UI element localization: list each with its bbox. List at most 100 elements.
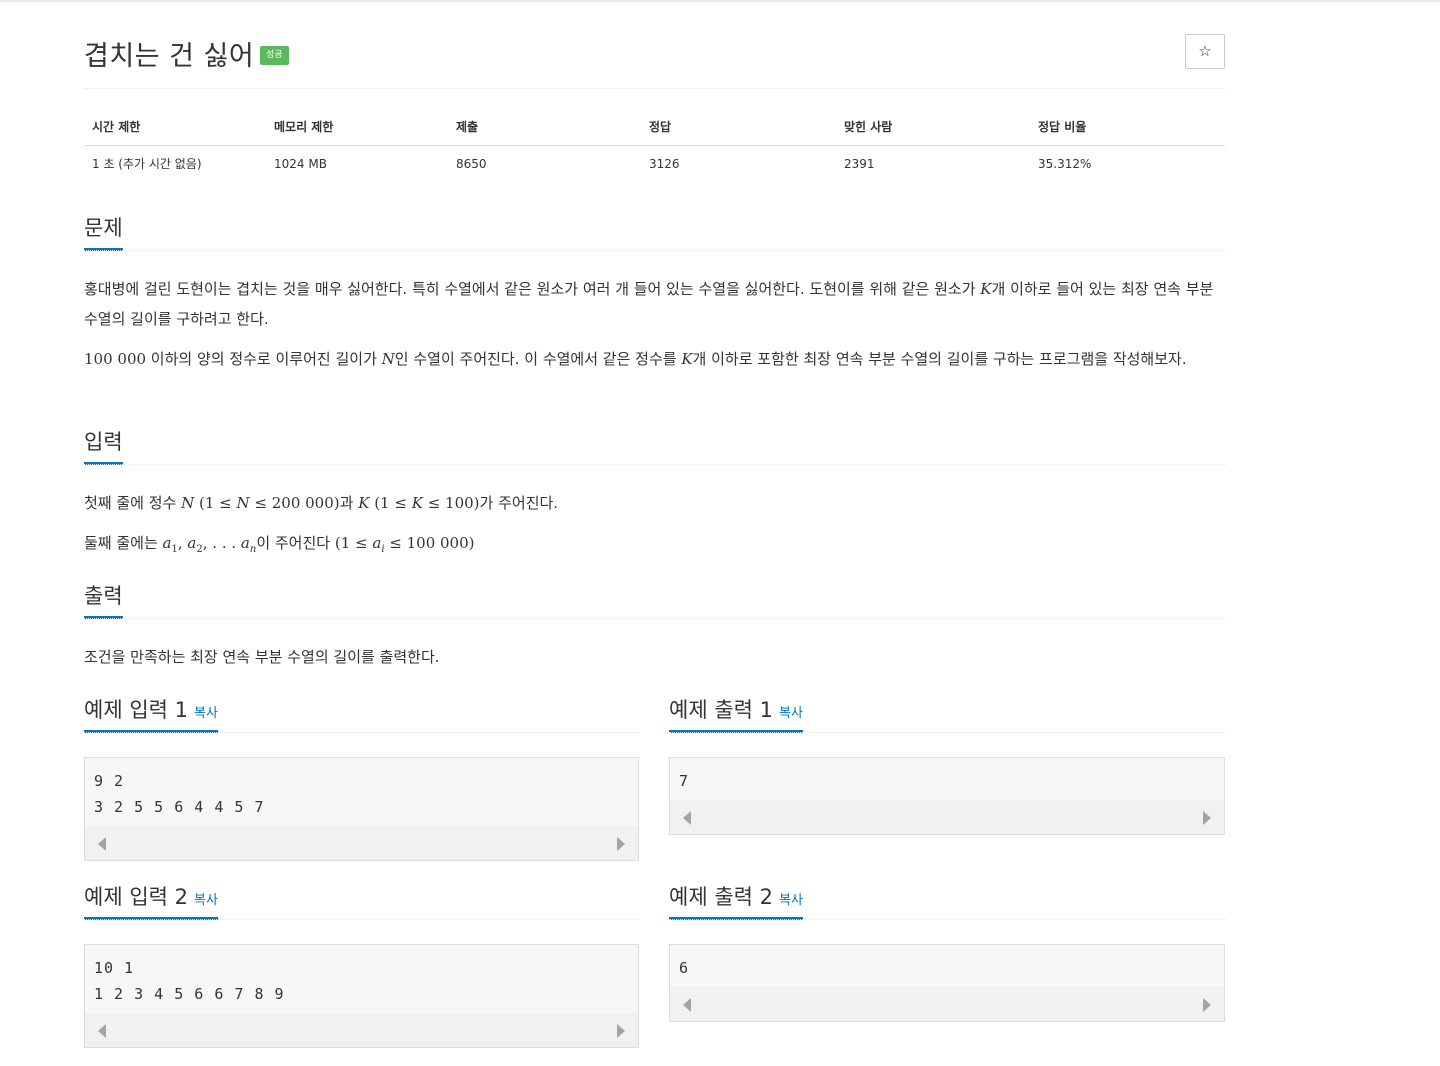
table-row: 1 초 (추가 시간 없음) 1024 MB 8650 3126 2391 35… (84, 146, 1225, 182)
sample-input-2-data: 10 1 1 2 3 4 5 6 6 7 8 9 (94, 959, 285, 1003)
horizontal-scrollbar[interactable] (85, 826, 638, 860)
copy-sample-input-1-button[interactable]: 복사 (194, 706, 218, 721)
sample-output-1-header: 예제 출력 1 복사 (669, 694, 1225, 733)
star-icon: ☆ (1198, 42, 1212, 60)
header-submissions: 제출 (448, 108, 641, 146)
scroll-left-icon[interactable] (98, 837, 106, 851)
sample-output-1-box[interactable]: 7 (669, 757, 1225, 835)
table-header-row: 시간 제한 메모리 제한 제출 정답 맞힌 사람 정답 비율 (84, 108, 1225, 146)
problem-text: 개 이하로 포함한 최장 연속 부분 수열의 길이를 구하는 프로그램을 작성해… (692, 350, 1187, 368)
output-heading: 출력 (84, 580, 123, 619)
sample-input-1-data: 9 2 3 2 5 5 6 4 4 5 7 (94, 772, 265, 816)
math-expr: ≤ 100) (422, 494, 480, 512)
problem-text: 인 수열이 주어진다. 이 수열에서 같은 정수를 (394, 350, 682, 368)
input-text: 과 (339, 494, 359, 512)
sample-input-2-title: 예제 입력 2 (84, 885, 188, 909)
math-expr: ≤ 200 000) (249, 494, 340, 512)
math-expr: (1 ≤ (194, 494, 237, 512)
math-k: K (358, 494, 370, 512)
header-solved-users: 맞힌 사람 (836, 108, 1030, 146)
input-heading: 입력 (84, 426, 123, 465)
math-n: N (381, 350, 395, 368)
problem-section-header: 문제 (84, 212, 1225, 251)
input-section-header: 입력 (84, 426, 1225, 465)
math-n: N (236, 494, 250, 512)
output-description: 조건을 만족하는 최장 연속 부분 수열의 길이를 출력한다. (84, 648, 440, 666)
sample-output-2-data: 6 (679, 959, 690, 977)
section-divider (84, 732, 639, 733)
math-n: N (181, 494, 195, 512)
sample-input-2-box[interactable]: 10 1 1 2 3 4 5 6 6 7 8 9 (84, 944, 639, 1048)
section-divider (84, 464, 1225, 465)
memory-limit-value: 1024 MB (274, 156, 327, 171)
star-button[interactable]: ☆ (1185, 34, 1225, 69)
sample-input-2-title-wrap: 예제 입력 2 복사 (84, 881, 218, 920)
math-a: a (372, 534, 382, 552)
section-divider (84, 618, 1225, 619)
input-description-line2: 둘째 줄에는 a1, a2, . . . an이 주어진다 (1 ≤ ai ≤ … (84, 528, 1225, 565)
math-a: a (162, 534, 172, 552)
scroll-right-icon[interactable] (1203, 998, 1211, 1012)
scroll-right-icon[interactable] (617, 1024, 625, 1038)
horizontal-scrollbar[interactable] (670, 800, 1224, 834)
math-expr: (1 ≤ (369, 494, 412, 512)
math-k: K (681, 350, 693, 368)
section-divider (669, 732, 1225, 733)
accept-ratio-value: 35.312% (1038, 156, 1092, 171)
sample-input-1-title: 예제 입력 1 (84, 698, 188, 722)
problem-description-p1: 홍대병에 걸린 도현이는 겹치는 것을 매우 싫어한다. 특히 수열에서 같은 … (84, 274, 1225, 334)
submissions-value: 8650 (456, 156, 487, 171)
input-description-line1: 첫째 줄에 정수 N (1 ≤ N ≤ 200 000)과 K (1 ≤ K ≤… (84, 488, 1225, 518)
title-divider (84, 88, 1225, 89)
output-section-header: 출력 (84, 580, 1225, 619)
scroll-left-icon[interactable] (98, 1024, 106, 1038)
section-divider (84, 919, 639, 920)
copy-sample-output-2-button[interactable]: 복사 (779, 893, 803, 908)
header-accepted: 정답 (641, 108, 836, 146)
math-expr: (1 ≤ (334, 534, 373, 552)
page-title: 겹치는 건 싫어 (84, 41, 255, 72)
sample-output-1-title: 예제 출력 1 (669, 698, 773, 722)
copy-sample-input-2-button[interactable]: 복사 (194, 893, 218, 908)
input-text: 이 주어진다 (256, 534, 335, 552)
scroll-left-icon[interactable] (683, 998, 691, 1012)
problem-info-table: 시간 제한 메모리 제한 제출 정답 맞힌 사람 정답 비율 1 초 (추가 시… (84, 108, 1225, 182)
section-divider (84, 250, 1225, 251)
solved-users-value: 2391 (844, 156, 875, 171)
input-text: 둘째 줄에는 (84, 534, 163, 552)
section-divider (669, 919, 1225, 920)
sample-output-2-box[interactable]: 6 (669, 944, 1225, 1022)
problem-text: 홍대병에 걸린 도현이는 겹치는 것을 매우 싫어한다. 특히 수열에서 같은 … (84, 280, 981, 298)
accepted-value: 3126 (649, 156, 680, 171)
sample-input-1-header: 예제 입력 1 복사 (84, 694, 639, 733)
math-number: 100 000 (84, 350, 147, 368)
math-k: K (980, 280, 992, 298)
input-text: 가 주어진다. (479, 494, 559, 512)
sample-output-1-title-wrap: 예제 출력 1 복사 (669, 694, 803, 733)
sample-input-1-title-wrap: 예제 입력 1 복사 (84, 694, 218, 733)
scroll-right-icon[interactable] (617, 837, 625, 851)
sample-output-1-data: 7 (679, 772, 690, 790)
problem-description-p2: 100 000 이하의 양의 정수로 이루어진 길이가 N인 수열이 주어진다.… (84, 344, 1225, 374)
scroll-right-icon[interactable] (1203, 811, 1211, 825)
header-memory-limit: 메모리 제한 (266, 108, 448, 146)
header-time-limit: 시간 제한 (84, 108, 266, 146)
input-text: 첫째 줄에 정수 (84, 494, 182, 512)
time-limit-value: 1 초 (추가 시간 없음) (92, 157, 202, 172)
math-expr: ≤ 100 000) (384, 534, 475, 552)
sample-output-2-title: 예제 출력 2 (669, 885, 773, 909)
math-a: a (240, 534, 250, 552)
horizontal-scrollbar[interactable] (85, 1013, 638, 1047)
horizontal-scrollbar[interactable] (670, 987, 1224, 1021)
title-row: 겹치는 건 싫어 성공 ☆ (84, 34, 1225, 74)
sample-output-2-header: 예제 출력 2 복사 (669, 881, 1225, 920)
sample-input-2-header: 예제 입력 2 복사 (84, 881, 639, 920)
sample-input-1-box[interactable]: 9 2 3 2 5 5 6 4 4 5 7 (84, 757, 639, 861)
header-accept-ratio: 정답 비율 (1030, 108, 1225, 146)
copy-sample-output-1-button[interactable]: 복사 (779, 706, 803, 721)
math-expr: , . . . (202, 534, 241, 552)
problem-heading: 문제 (84, 212, 123, 251)
scroll-left-icon[interactable] (683, 811, 691, 825)
status-badge: 성공 (260, 46, 289, 65)
math-expr: , (177, 534, 188, 552)
